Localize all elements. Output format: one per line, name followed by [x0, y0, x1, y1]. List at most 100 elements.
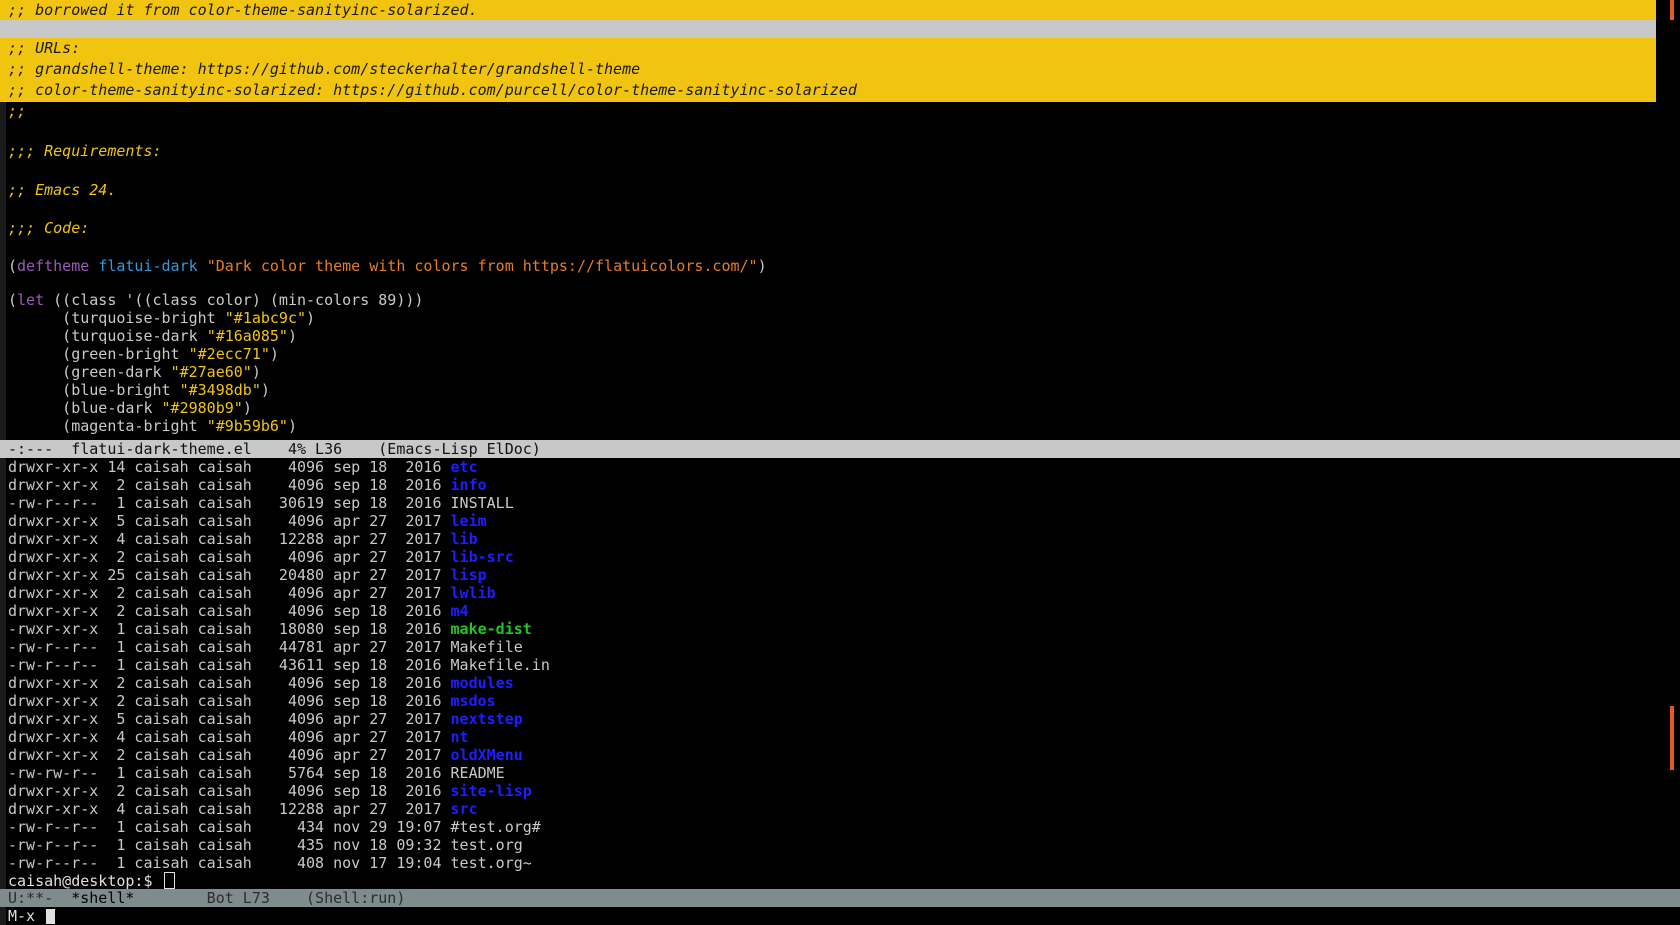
- listing-filename: #test.org#: [450, 818, 541, 836]
- comment-text: ;;: [8, 102, 27, 120]
- listing-filename: modules: [450, 674, 514, 692]
- listing-row: drwxr-xr-x 2 caisah caisah 4096 apr 27 2…: [8, 746, 523, 764]
- listing-meta: drwxr-xr-x 2 caisah caisah 4096 apr 27 2…: [8, 548, 451, 566]
- minibuffer[interactable]: M-x: [0, 907, 1680, 925]
- listing-filename: lib-src: [450, 548, 514, 566]
- listing-meta: drwxr-xr-x 2 caisah caisah 4096 apr 27 2…: [8, 746, 451, 764]
- listing-row: drwxr-xr-x 2 caisah caisah 4096 sep 18 2…: [8, 674, 514, 692]
- listing-meta: -rw-r--r-- 1 caisah caisah 435 nov 18 09…: [8, 836, 451, 854]
- listing-filename: nt: [450, 728, 469, 746]
- listing-meta: -rw-rw-r-- 1 caisah caisah 5764 sep 18 2…: [8, 764, 451, 782]
- listing-meta: drwxr-xr-x 4 caisah caisah 4096 apr 27 2…: [8, 728, 451, 746]
- color-def-name: (blue-bright: [8, 381, 180, 399]
- color-def-value: "#27ae60": [170, 363, 252, 381]
- modeline-shell[interactable]: U:**- *shell* Bot L73 (Shell:run): [0, 889, 1680, 907]
- listing-meta: -rw-r--r-- 1 caisah caisah 30619 sep 18 …: [8, 494, 451, 512]
- listing-meta: drwxr-xr-x 14 caisah caisah 4096 sep 18 …: [8, 458, 451, 476]
- listing-row: drwxr-xr-x 25 caisah caisah 20480 apr 27…: [8, 566, 487, 584]
- color-def-value: "#3498db": [179, 381, 261, 399]
- paren: ): [757, 257, 767, 275]
- listing-filename: leim: [450, 512, 487, 530]
- listing-filename: info: [450, 476, 487, 494]
- color-def-name: (green-bright: [8, 345, 189, 363]
- paren: ): [260, 381, 270, 399]
- color-def-line: (blue-dark "#2980b9"): [8, 399, 252, 417]
- listing-meta: drwxr-xr-x 2 caisah caisah 4096 sep 18 2…: [8, 476, 451, 494]
- listing-meta: drwxr-xr-x 4 caisah caisah 12288 apr 27 …: [8, 800, 451, 818]
- color-def-name: (magenta-bright: [8, 417, 207, 435]
- listing-meta: drwxr-xr-x 2 caisah caisah 4096 sep 18 2…: [8, 602, 451, 620]
- listing-row: -rw-rw-r-- 1 caisah caisah 5764 sep 18 2…: [8, 764, 505, 782]
- comment-line: ;;; Requirements:: [8, 142, 162, 160]
- modeline-info: Bot L73 (Shell:run): [134, 889, 406, 907]
- listing-meta: drwxr-xr-x 2 caisah caisah 4096 sep 18 2…: [8, 782, 451, 800]
- let-bindings: ((class '((class color) (min-colors 89))…: [44, 291, 424, 309]
- listing-filename: src: [450, 800, 478, 818]
- listing-filename: README: [450, 764, 505, 782]
- listing-filename: Makefile: [450, 638, 523, 656]
- color-def-name: (blue-dark: [8, 399, 162, 417]
- listing-row: -rwxr-xr-x 1 caisah caisah 18080 sep 18 …: [8, 620, 532, 638]
- paren: ): [287, 417, 297, 435]
- docstring: "Dark color theme with colors from https…: [206, 257, 758, 275]
- listing-row: -rw-r--r-- 1 caisah caisah 30619 sep 18 …: [8, 494, 514, 512]
- paren: (: [8, 291, 18, 309]
- comment-line: ;;; Code:: [8, 219, 90, 237]
- listing-row: -rw-r--r-- 1 caisah caisah 408 nov 17 19…: [8, 854, 532, 872]
- listing-row: drwxr-xr-x 5 caisah caisah 4096 apr 27 2…: [8, 512, 487, 530]
- listing-meta: -rw-r--r-- 1 caisah caisah 408 nov 17 19…: [8, 854, 451, 872]
- comment-line: ;; color-theme-sanityinc-solarized: http…: [8, 81, 857, 99]
- scrollbar-thumb-top[interactable]: [1670, 0, 1674, 20]
- window-left-fringe: [0, 0, 6, 925]
- listing-filename: msdos: [450, 692, 496, 710]
- listing-filename: lisp: [450, 566, 487, 584]
- color-def-value: "#16a085": [206, 327, 288, 345]
- keyword: let: [17, 291, 45, 309]
- scrollbar-thumb-shell[interactable]: [1670, 706, 1674, 770]
- listing-row: -rw-r--r-- 1 caisah caisah 43611 sep 18 …: [8, 656, 550, 674]
- paren: (: [8, 257, 18, 275]
- listing-filename: oldXMenu: [450, 746, 523, 764]
- shell-prompt-line[interactable]: caisah@desktop:$: [8, 872, 175, 890]
- listing-row: drwxr-xr-x 2 caisah caisah 4096 sep 18 2…: [8, 602, 469, 620]
- comment-line: ;; grandshell-theme: https://github.com/…: [8, 60, 641, 78]
- listing-meta: drwxr-xr-x 5 caisah caisah 4096 apr 27 2…: [8, 512, 451, 530]
- shell-prompt: caisah@desktop:$: [8, 872, 162, 890]
- listing-row: drwxr-xr-x 2 caisah caisah 4096 apr 27 2…: [8, 584, 496, 602]
- listing-meta: drwxr-xr-x 4 caisah caisah 12288 apr 27 …: [8, 530, 451, 548]
- listing-row: drwxr-xr-x 4 caisah caisah 12288 apr 27 …: [8, 800, 478, 818]
- listing-meta: drwxr-xr-x 2 caisah caisah 4096 sep 18 2…: [8, 674, 451, 692]
- listing-meta: drwxr-xr-x 25 caisah caisah 20480 apr 27…: [8, 566, 451, 584]
- listing-meta: -rw-r--r-- 1 caisah caisah 44781 apr 27 …: [8, 638, 451, 656]
- listing-filename: nextstep: [450, 710, 523, 728]
- modeline-buffer-name: *shell*: [71, 889, 135, 907]
- listing-row: drwxr-xr-x 14 caisah caisah 4096 sep 18 …: [8, 458, 478, 476]
- listing-row: drwxr-xr-x 2 caisah caisah 4096 sep 18 2…: [8, 782, 532, 800]
- listing-meta: -rw-r--r-- 1 caisah caisah 43611 sep 18 …: [8, 656, 451, 674]
- theme-name: flatui-dark: [98, 257, 198, 275]
- listing-meta: -rwxr-xr-x 1 caisah caisah 18080 sep 18 …: [8, 620, 451, 638]
- color-def-line: (turquoise-bright "#1abc9c"): [8, 309, 315, 327]
- listing-meta: drwxr-xr-x 2 caisah caisah 4096 sep 18 2…: [8, 692, 451, 710]
- paren: ): [242, 399, 252, 417]
- listing-filename: lwlib: [450, 584, 496, 602]
- listing-filename: test.org: [450, 836, 523, 854]
- color-def-name: (green-dark: [8, 363, 171, 381]
- minibuffer-cursor: [46, 909, 56, 924]
- listing-filename: test.org~: [450, 854, 532, 872]
- listing-filename: make-dist: [450, 620, 532, 638]
- color-def-line: (turquoise-dark "#16a085"): [8, 327, 297, 345]
- color-def-name: (turquoise-bright: [8, 309, 225, 327]
- let-line: (let ((class '((class color) (min-colors…: [8, 291, 423, 309]
- color-def-value: "#9b59b6": [206, 417, 288, 435]
- listing-meta: drwxr-xr-x 2 caisah caisah 4096 apr 27 2…: [8, 584, 451, 602]
- color-def-value: "#1abc9c": [224, 309, 307, 327]
- modeline-editor[interactable]: -:--- flatui-dark-theme.el 4% L36 (Emacs…: [0, 440, 1680, 458]
- selection-gap: [0, 20, 1656, 38]
- listing-filename: INSTALL: [450, 494, 514, 512]
- minibuffer-prompt: M-x: [8, 907, 45, 925]
- color-def-line: (green-dark "#27ae60"): [8, 363, 261, 381]
- listing-row: drwxr-xr-x 2 caisah caisah 4096 sep 18 2…: [8, 692, 496, 710]
- listing-filename: site-lisp: [450, 782, 532, 800]
- listing-filename: Makefile.in: [450, 656, 550, 674]
